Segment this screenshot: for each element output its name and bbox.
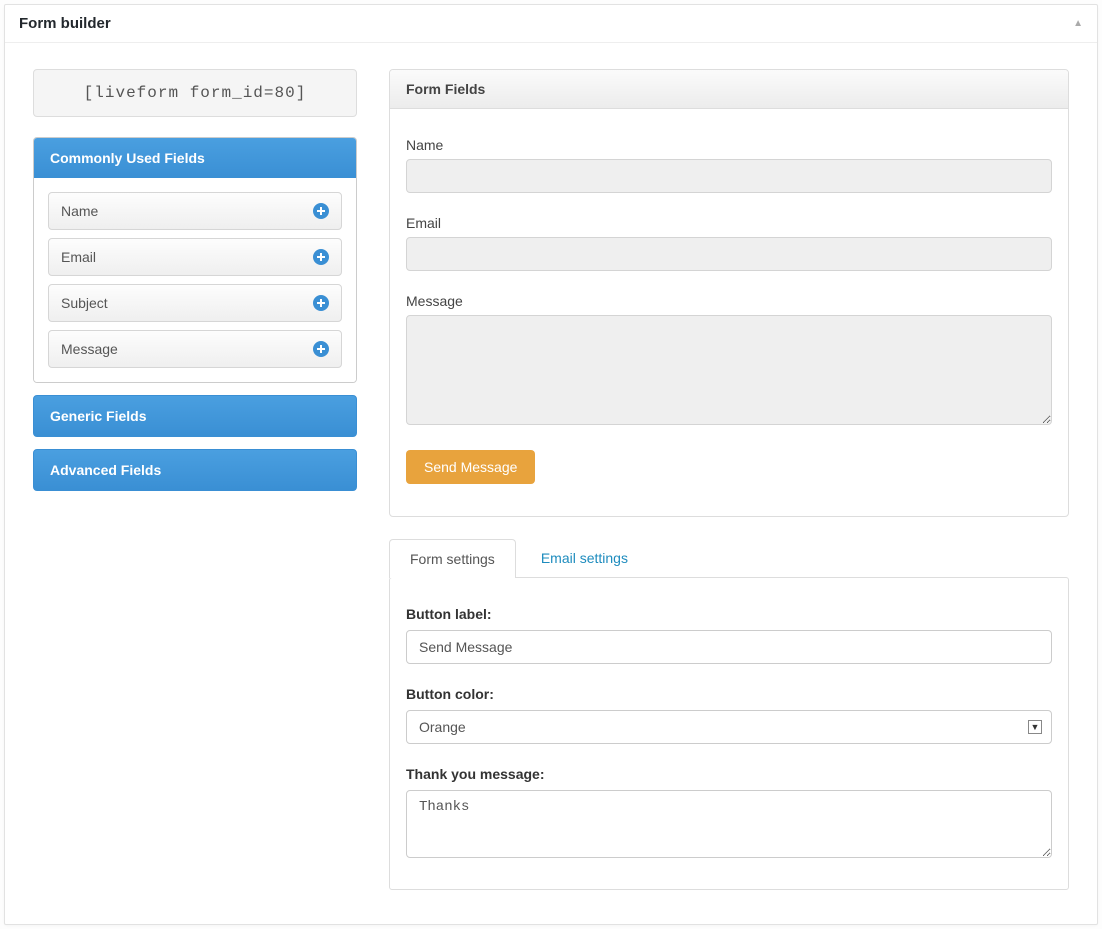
setting-button-label: Button label:: [406, 606, 1052, 664]
accordion-body-common: Name Email Subject Message: [34, 178, 356, 382]
field-label: Subject: [61, 295, 108, 311]
form-label-name: Name: [406, 137, 1052, 153]
fields-accordion: Commonly Used Fields Name Email Subject: [33, 137, 357, 383]
field-label: Email: [61, 249, 96, 265]
shortcode-display[interactable]: [liveform form_id=80]: [33, 69, 357, 117]
accordion-header-advanced[interactable]: Advanced Fields: [33, 449, 357, 491]
email-input[interactable]: [406, 237, 1052, 271]
submit-button[interactable]: Send Message: [406, 450, 535, 484]
tab-form-settings[interactable]: Form settings: [389, 539, 516, 578]
accordion-section-common: Commonly Used Fields Name Email Subject: [34, 138, 356, 382]
settings-body: Button label: Button color: Orange ▼ Tha…: [390, 578, 1068, 889]
setting-button-color: Button color: Orange ▼: [406, 686, 1052, 744]
accordion-header-common[interactable]: Commonly Used Fields: [34, 138, 356, 178]
message-textarea[interactable]: [406, 315, 1052, 425]
field-item-subject[interactable]: Subject: [48, 284, 342, 322]
tab-email-settings[interactable]: Email settings: [520, 538, 649, 577]
button-color-select-wrap: Orange ▼: [406, 710, 1052, 744]
settings-panel: Form settings Email settings Button labe…: [389, 577, 1069, 890]
thank-you-title: Thank you message:: [406, 766, 1052, 782]
form-preview-card: Form Fields Name Email Message Send: [389, 69, 1069, 517]
field-item-message[interactable]: Message: [48, 330, 342, 368]
panel-title: Form builder: [19, 15, 111, 32]
form-builder-panel: Form builder ▲ [liveform form_id=80] Com…: [4, 4, 1098, 925]
button-color-title: Button color:: [406, 686, 1052, 702]
panel-body: [liveform form_id=80] Commonly Used Fiel…: [5, 43, 1097, 924]
field-item-name[interactable]: Name: [48, 192, 342, 230]
left-column: [liveform form_id=80] Commonly Used Fiel…: [33, 69, 357, 890]
plus-circle-icon: [313, 249, 329, 265]
form-label-email: Email: [406, 215, 1052, 231]
button-label-title: Button label:: [406, 606, 1052, 622]
field-label: Message: [61, 341, 118, 357]
button-color-select[interactable]: Orange: [406, 710, 1052, 744]
form-preview-header: Form Fields: [390, 70, 1068, 109]
field-label: Name: [61, 203, 98, 219]
field-item-email[interactable]: Email: [48, 238, 342, 276]
setting-thank-you: Thank you message:: [406, 766, 1052, 861]
settings-tabs: Form settings Email settings: [389, 538, 653, 577]
form-preview-body: Name Email Message Send Message: [390, 109, 1068, 516]
plus-circle-icon: [313, 341, 329, 357]
form-group-name: Name: [406, 137, 1052, 193]
collapse-toggle-icon[interactable]: ▲: [1073, 18, 1083, 29]
settings-area: Form settings Email settings Button labe…: [389, 577, 1069, 890]
plus-circle-icon: [313, 295, 329, 311]
thank-you-textarea[interactable]: [406, 790, 1052, 858]
name-input[interactable]: [406, 159, 1052, 193]
button-label-input[interactable]: [406, 630, 1052, 664]
panel-header: Form builder ▲: [5, 5, 1097, 43]
form-group-message: Message: [406, 293, 1052, 428]
accordion-header-generic[interactable]: Generic Fields: [33, 395, 357, 437]
plus-circle-icon: [313, 203, 329, 219]
form-group-email: Email: [406, 215, 1052, 271]
form-label-message: Message: [406, 293, 1052, 309]
right-column: Form Fields Name Email Message Send: [389, 69, 1069, 890]
